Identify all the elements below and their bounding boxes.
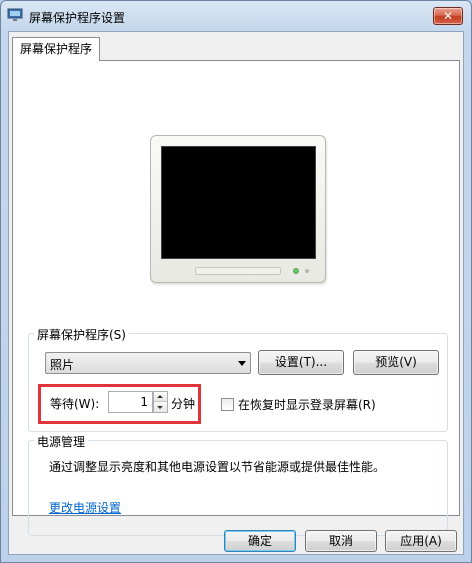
title-bar[interactable]: 屏幕保护程序设置 ✕	[1, 1, 471, 31]
monitor-base	[195, 267, 281, 275]
screensaver-group-label: 屏幕保护程序(S)	[34, 326, 129, 343]
wait-minutes-input[interactable]: 1	[108, 391, 153, 413]
change-power-settings-link[interactable]: 更改电源设置	[49, 499, 121, 516]
screensaver-select[interactable]: 照片	[45, 352, 251, 374]
power-led-icon	[293, 268, 299, 274]
screensaver-select-value: 照片	[50, 358, 75, 372]
wait-label: 等待(W):	[50, 397, 100, 411]
monitor-preview	[150, 135, 326, 283]
tab-panel: 屏幕保护程序(S) 照片 设置(T)... 预览(V) 等待(W): 1 分钟 …	[12, 60, 460, 536]
monitor-settings-icon	[7, 8, 23, 22]
power-description: 通过调整显示亮度和其他电源设置以节省能源或提供最佳性能。	[49, 460, 386, 474]
settings-button[interactable]: 设置(T)...	[258, 350, 344, 375]
close-button[interactable]: ✕	[433, 7, 463, 25]
wait-spinner	[153, 391, 168, 413]
tab-screensaver[interactable]: 屏幕保护程序	[12, 37, 101, 61]
client-area: 屏幕保护程序 屏幕保护程序(S) 照片 设置(T)... 预览(V) 等待(W)…	[8, 31, 464, 555]
chevron-down-icon	[238, 361, 246, 366]
screensaver-settings-window: 屏幕保护程序设置 ✕ 屏幕保护程序 屏幕保护程序(S) 照片 设置(T)... …	[0, 0, 472, 563]
cancel-button[interactable]: 取消	[305, 530, 377, 552]
minutes-label: 分钟	[171, 397, 196, 411]
preview-button[interactable]: 预览(V)	[353, 350, 439, 375]
resume-logon-checkbox[interactable]	[221, 398, 234, 411]
spin-down-button[interactable]	[154, 402, 167, 412]
monitor-button-icon	[305, 269, 309, 273]
power-group-label: 电源管理	[34, 433, 89, 450]
spin-up-button[interactable]	[154, 392, 167, 402]
ok-button[interactable]: 确定	[224, 530, 296, 552]
arrow-up-icon	[157, 395, 163, 398]
apply-button[interactable]: 应用(A)	[385, 530, 457, 552]
screensaver-group: 屏幕保护程序(S) 照片 设置(T)... 预览(V) 等待(W): 1 分钟 …	[28, 326, 448, 432]
power-group: 电源管理 通过调整显示亮度和其他电源设置以节省能源或提供最佳性能。 更改电源设置	[28, 433, 448, 536]
wait-minutes-value: 1	[140, 395, 148, 409]
close-icon: ✕	[442, 9, 454, 23]
arrow-down-icon	[157, 406, 163, 409]
resume-logon-label[interactable]: 在恢复时显示登录屏幕(R)	[238, 396, 376, 413]
window-title: 屏幕保护程序设置	[29, 11, 126, 25]
monitor-screen	[161, 146, 316, 259]
